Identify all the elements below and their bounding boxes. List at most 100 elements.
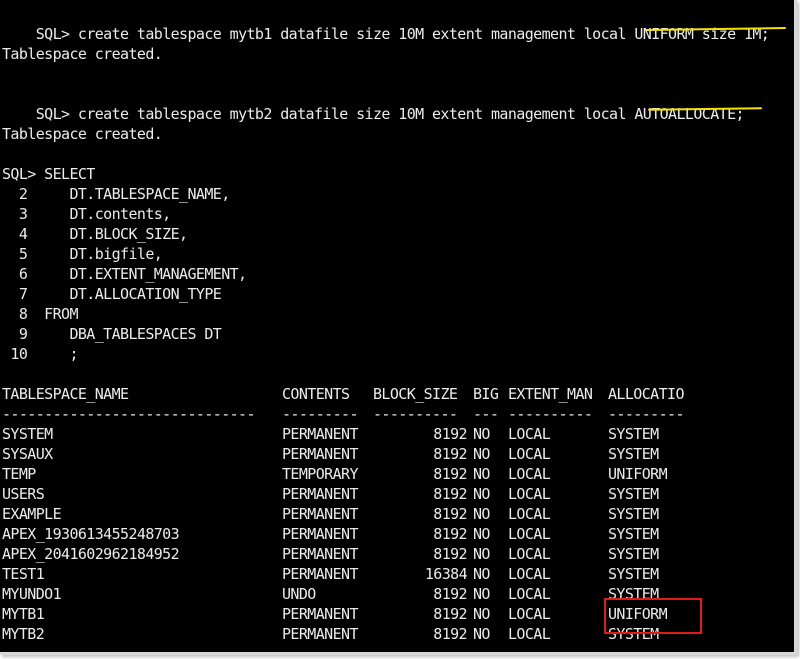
cell-allocation-type: SYSTEM xyxy=(608,485,659,503)
result-line-2: Tablespace created. xyxy=(2,125,163,143)
command-line-2: SQL> create tablespace mytb2 datafile si… xyxy=(2,84,745,123)
query-line: 3 DT.contents, xyxy=(2,205,171,223)
cell-block-size: 8192 xyxy=(433,585,467,603)
separator: ------------------------------ xyxy=(2,405,256,423)
cell-extent-management: LOCAL xyxy=(508,585,551,603)
cell-allocation-type: SYSTEM xyxy=(608,545,659,563)
table-row: TEST1 PERMANENT 16384 NO LOCAL SYSTEM xyxy=(2,564,792,584)
terminal-window[interactable]: SQL> create tablespace mytb1 datafile si… xyxy=(0,0,797,655)
cell-allocation-type: SYSTEM xyxy=(608,505,659,523)
query-line: 9 DBA_TABLESPACES DT xyxy=(2,325,222,343)
cell-tablespace-name: MYTB2 xyxy=(2,625,45,643)
cell-tablespace-name: SYSAUX xyxy=(2,445,53,463)
cell-extent-management: LOCAL xyxy=(508,485,551,503)
table-separator-row: ------------------------------ ---------… xyxy=(2,404,792,424)
cell-extent-management: LOCAL xyxy=(508,445,551,463)
cell-bigfile: NO xyxy=(473,625,490,643)
cell-block-size: 8192 xyxy=(433,625,467,643)
cell-bigfile: NO xyxy=(473,525,490,543)
cell-allocation-type: SYSTEM xyxy=(608,445,659,463)
cell-contents: PERMANENT xyxy=(282,505,358,523)
query-prompt-line: SQL> SELECT xyxy=(2,165,95,183)
cell-tablespace-name: APEX_2041602962184952 xyxy=(2,545,180,563)
cell-extent-management: LOCAL xyxy=(508,525,551,543)
cell-tablespace-name: USERS xyxy=(2,485,45,503)
header-bigfile: BIG xyxy=(473,385,499,403)
cell-bigfile: NO xyxy=(473,425,490,443)
cell-tablespace-name: SYSTEM xyxy=(2,425,53,443)
cell-extent-management: LOCAL xyxy=(508,605,551,623)
table-header-row: TABLESPACE_NAME CONTENTS BLOCK_SIZE BIG … xyxy=(2,384,792,404)
cell-extent-management: LOCAL xyxy=(508,545,551,563)
cell-bigfile: NO xyxy=(473,585,490,603)
cell-block-size: 8192 xyxy=(433,425,467,443)
cell-block-size: 8192 xyxy=(433,545,467,563)
cell-allocation-type: SYSTEM xyxy=(608,425,659,443)
cell-block-size: 8192 xyxy=(433,605,467,623)
query-line: 5 DT.bigfile, xyxy=(2,245,163,263)
cell-tablespace-name: TEMP xyxy=(2,465,36,483)
command-line-1: SQL> create tablespace mytb1 datafile si… xyxy=(2,4,770,43)
cell-contents: PERMANENT xyxy=(282,425,358,443)
cell-extent-management: LOCAL xyxy=(508,565,551,583)
cell-contents: PERMANENT xyxy=(282,605,358,623)
cell-extent-management: LOCAL xyxy=(508,425,551,443)
cell-tablespace-name: MYUNDO1 xyxy=(2,585,62,603)
query-line: 6 DT.EXTENT_MANAGEMENT, xyxy=(2,265,247,283)
cell-contents: PERMANENT xyxy=(282,485,358,503)
cell-bigfile: NO xyxy=(473,565,490,583)
query-line: 10 ; xyxy=(2,345,78,363)
cell-extent-management: LOCAL xyxy=(508,465,551,483)
header-extent-management: EXTENT_MAN xyxy=(508,385,593,403)
cell-bigfile: NO xyxy=(473,465,490,483)
cell-bigfile: NO xyxy=(473,545,490,563)
separator: ---------- xyxy=(508,405,593,423)
header-allocation-type: ALLOCATIO xyxy=(608,385,684,403)
cell-block-size: 8192 xyxy=(433,445,467,463)
cell-tablespace-name: TEST1 xyxy=(2,565,45,583)
sql-prompt: SQL> xyxy=(35,25,78,43)
result-line-1: Tablespace created. xyxy=(2,45,163,63)
cell-contents: PERMANENT xyxy=(282,445,358,463)
cell-tablespace-name: MYTB1 xyxy=(2,605,45,623)
cell-tablespace-name: APEX_1930613455248703 xyxy=(2,525,180,543)
cell-contents: PERMANENT xyxy=(282,565,358,583)
cell-allocation-type: UNIFORM xyxy=(608,465,668,483)
header-tablespace-name: TABLESPACE_NAME xyxy=(2,385,129,403)
separator: --------- xyxy=(282,405,358,423)
table-row: APEX_1930613455248703 PERMANENT 8192 NO … xyxy=(2,524,792,544)
header-contents: CONTENTS xyxy=(282,385,350,403)
table-row: APEX_2041602962184952 PERMANENT 8192 NO … xyxy=(2,544,792,564)
cell-block-size: 8192 xyxy=(433,505,467,523)
cell-contents: PERMANENT xyxy=(282,525,358,543)
cell-tablespace-name: EXAMPLE xyxy=(2,505,62,523)
separator: --------- xyxy=(608,405,684,423)
query-line: 8 FROM xyxy=(2,305,79,323)
separator: ---------- xyxy=(373,405,458,423)
cell-block-size: 16384 xyxy=(424,565,468,583)
header-block-size: BLOCK_SIZE xyxy=(373,385,458,403)
table-row: EXAMPLE PERMANENT 8192 NO LOCAL SYSTEM xyxy=(2,504,792,524)
cell-extent-management: LOCAL xyxy=(508,505,551,523)
cell-contents: TEMPORARY xyxy=(282,465,358,483)
table-row: TEMP TEMPORARY 8192 NO LOCAL UNIFORM xyxy=(2,464,792,484)
separator: --- xyxy=(473,405,499,423)
table-row: SYSTEM PERMANENT 8192 NO LOCAL SYSTEM xyxy=(2,424,792,444)
cell-block-size: 8192 xyxy=(433,485,467,503)
cell-bigfile: NO xyxy=(473,605,490,623)
cell-bigfile: NO xyxy=(473,505,490,523)
command-text: create tablespace mytb1 datafile size 10… xyxy=(77,25,635,43)
cell-block-size: 8192 xyxy=(433,465,467,483)
cell-bigfile: NO xyxy=(473,445,490,463)
table-row: SYSAUX PERMANENT 8192 NO LOCAL SYSTEM xyxy=(2,444,792,464)
cell-block-size: 8192 xyxy=(433,525,467,543)
cell-allocation-type: SYSTEM xyxy=(608,525,659,543)
red-highlight-box xyxy=(604,598,702,634)
cell-contents: PERMANENT xyxy=(282,625,358,643)
sql-prompt: SQL> xyxy=(35,105,78,123)
table-row: USERS PERMANENT 8192 NO LOCAL SYSTEM xyxy=(2,484,792,504)
command-text: create tablespace mytb2 datafile size 10… xyxy=(77,105,635,123)
cell-extent-management: LOCAL xyxy=(508,625,551,643)
query-line: 2 DT.TABLESPACE_NAME, xyxy=(2,185,230,203)
query-line: 4 DT.BLOCK_SIZE, xyxy=(2,225,188,243)
